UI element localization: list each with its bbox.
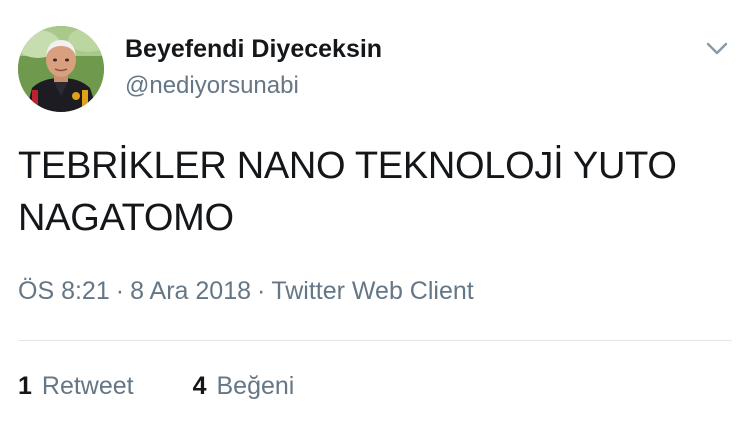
like-label: Beğeni	[216, 372, 295, 400]
meta-separator: ·	[257, 277, 266, 305]
avatar[interactable]	[18, 26, 104, 112]
avatar-image	[18, 26, 104, 112]
tweet-date[interactable]: 8 Ara 2018	[130, 277, 251, 305]
tweet-text: TEBRİKLER NANO TEKNOLOJİ YUTO NAGATOMO	[18, 145, 677, 239]
like-count: 4	[192, 372, 207, 400]
retweet-label: Retweet	[41, 372, 134, 400]
meta-separator: ·	[115, 277, 125, 305]
tweet-meta: ÖS 8:21 · 8 Ara 2018 · Twitter Web Client	[18, 277, 474, 306]
retweet-count: 1	[18, 372, 32, 400]
tweet-stats: 1 Retweet 4 Beğeni	[18, 372, 294, 401]
likes-stat[interactable]: 4 Beğeni	[193, 372, 295, 401]
divider	[18, 340, 732, 341]
tweet-client[interactable]: Twitter Web Client	[271, 277, 473, 305]
retweets-stat[interactable]: 1 Retweet	[18, 372, 134, 401]
author-display-name[interactable]: Beyefendi Diyeceksin	[125, 35, 382, 64]
author-handle[interactable]: @nediyorsunabi	[125, 72, 299, 100]
tweet-card: Beyefendi Diyeceksin @nediyorsunabi TEBR…	[0, 0, 750, 432]
chevron-down-icon[interactable]	[704, 38, 730, 58]
tweet-time[interactable]: ÖS 8:21	[18, 277, 110, 305]
